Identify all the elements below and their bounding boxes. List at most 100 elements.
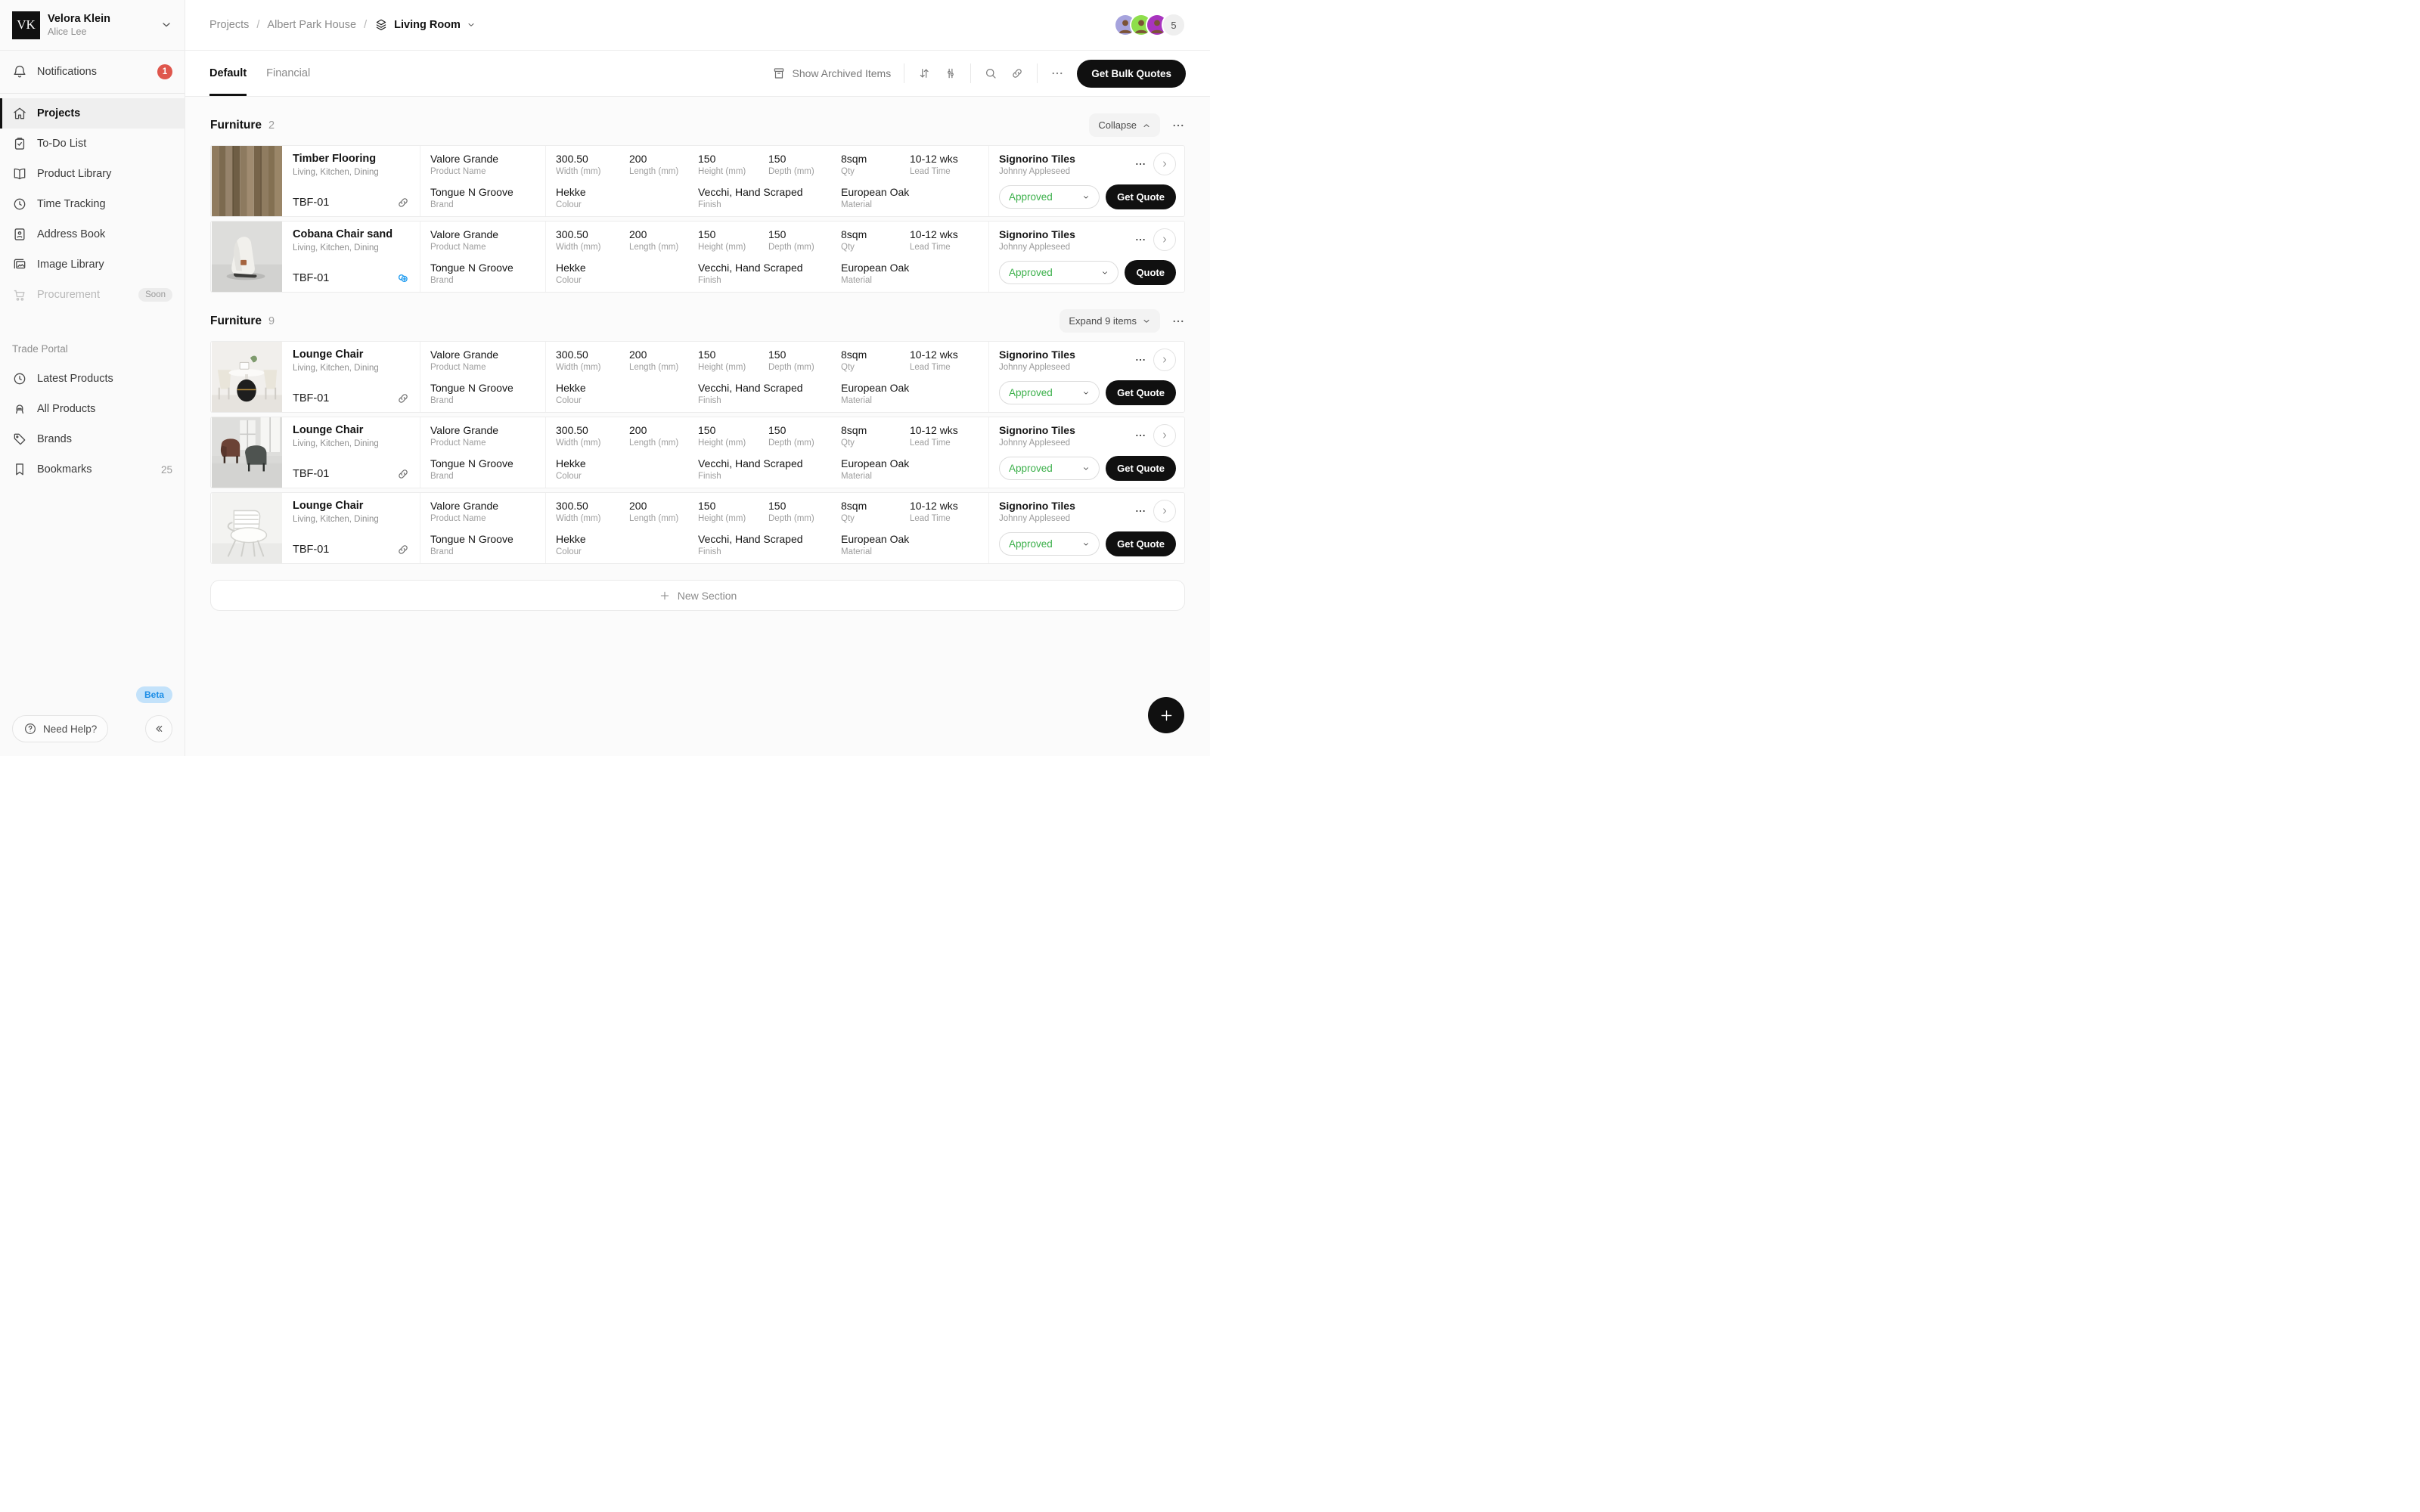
share-link-icon[interactable] bbox=[1010, 67, 1024, 80]
cloud-link-add-icon[interactable] bbox=[396, 271, 410, 285]
sidebar-item-address-book[interactable]: Address Book bbox=[0, 219, 185, 249]
status-dropdown[interactable]: Approved bbox=[999, 381, 1100, 404]
sidebar-item-image-library[interactable]: Image Library bbox=[0, 249, 185, 280]
material-field: European OakMaterial bbox=[841, 457, 979, 481]
row-more-icon[interactable] bbox=[1134, 234, 1146, 246]
show-archived-toggle[interactable]: Show Archived Items bbox=[772, 67, 892, 80]
depth-field-value: 150 bbox=[768, 349, 841, 361]
sidebar-item-time-tracking[interactable]: Time Tracking bbox=[0, 189, 185, 219]
product-thumbnail[interactable] bbox=[211, 493, 283, 563]
width-field-value: 300.50 bbox=[556, 500, 629, 512]
sidebar-item-procurement[interactable]: ProcurementSoon bbox=[0, 280, 185, 310]
filter-sliders-icon[interactable] bbox=[944, 67, 957, 80]
product-name-field-value: Valore Grande bbox=[430, 349, 535, 361]
row-open-button[interactable] bbox=[1153, 228, 1176, 251]
product-specs-column: 300.50Width (mm)200Length (mm)150Height … bbox=[546, 417, 989, 488]
breadcrumb-projects[interactable]: Projects bbox=[209, 19, 249, 31]
product-code: TBF-01 bbox=[293, 272, 329, 284]
sidebar-item-notifications[interactable]: Notifications 1 bbox=[0, 57, 185, 87]
product-thumbnail[interactable] bbox=[211, 417, 283, 488]
sidebar-bottom: Beta Need Help? bbox=[0, 676, 185, 756]
sidebar-collapse-button[interactable] bbox=[145, 715, 172, 742]
depth-field: 150Depth (mm) bbox=[768, 228, 841, 252]
tab-default[interactable]: Default bbox=[209, 51, 247, 96]
section-more-icon[interactable] bbox=[1171, 314, 1185, 328]
sidebar-item-product-library[interactable]: Product Library bbox=[0, 159, 185, 189]
chevron-down-icon bbox=[467, 20, 476, 29]
more-options-icon[interactable] bbox=[1050, 67, 1064, 80]
get-quote-button[interactable]: Get Quote bbox=[1106, 531, 1176, 556]
avatar-overflow-count[interactable]: 5 bbox=[1162, 13, 1186, 37]
sidebar-item-projects[interactable]: Projects bbox=[0, 98, 185, 129]
product-specs-column: 300.50Width (mm)200Length (mm)150Height … bbox=[546, 146, 989, 216]
toolbar-divider bbox=[970, 64, 971, 83]
need-help-button[interactable]: Need Help? bbox=[12, 715, 108, 742]
sidebar-item-all-products[interactable]: All Products bbox=[0, 394, 185, 424]
new-section-label: New Section bbox=[678, 590, 737, 602]
breadcrumb-project-name[interactable]: Albert Park House bbox=[267, 19, 356, 31]
row-open-button[interactable] bbox=[1153, 153, 1176, 175]
new-section-button[interactable]: New Section bbox=[210, 580, 1185, 611]
material-field-value: European Oak bbox=[841, 533, 979, 545]
sidebar-item-to-do-list[interactable]: To-Do List bbox=[0, 129, 185, 159]
get-quote-button[interactable]: Quote bbox=[1125, 260, 1176, 285]
finish-field-label: Finish bbox=[698, 276, 841, 285]
row-open-button[interactable] bbox=[1153, 424, 1176, 447]
product-name-field-label: Product Name bbox=[430, 243, 535, 252]
room-dropdown[interactable]: Living Room bbox=[374, 18, 476, 32]
sections: Furniture2CollapseTimber FlooringLiving,… bbox=[210, 113, 1185, 564]
qty-field-label: Qty bbox=[841, 438, 910, 448]
length-field: 200Length (mm) bbox=[629, 228, 698, 252]
brand-field-label: Brand bbox=[430, 276, 535, 285]
depth-field-label: Depth (mm) bbox=[768, 243, 841, 252]
workspace-switcher[interactable]: VK Velora Klein Alice Lee bbox=[0, 0, 185, 51]
get-quote-button[interactable]: Get Quote bbox=[1106, 456, 1176, 481]
qty-field: 8sqmQty bbox=[841, 500, 910, 523]
link-icon[interactable] bbox=[396, 543, 410, 556]
status-dropdown[interactable]: Approved bbox=[999, 532, 1100, 556]
tab-financial[interactable]: Financial bbox=[266, 51, 310, 96]
section-title: Furniture bbox=[210, 119, 262, 132]
get-quote-button[interactable]: Get Quote bbox=[1106, 380, 1176, 405]
row-open-button[interactable] bbox=[1153, 349, 1176, 371]
product-thumbnail[interactable] bbox=[211, 222, 283, 292]
get-bulk-quotes-button[interactable]: Get Bulk Quotes bbox=[1077, 60, 1186, 88]
brand-field: Tongue N GrooveBrand bbox=[430, 457, 535, 481]
sidebar-item-bookmarks[interactable]: Bookmarks25 bbox=[0, 454, 185, 485]
link-icon[interactable] bbox=[396, 392, 410, 405]
row-more-icon[interactable] bbox=[1134, 429, 1146, 442]
search-icon[interactable] bbox=[984, 67, 997, 80]
chevron-down-icon bbox=[1082, 465, 1090, 472]
row-more-icon[interactable] bbox=[1134, 505, 1146, 517]
row-controls bbox=[1134, 500, 1176, 522]
product-rooms: Living, Kitchen, Dining bbox=[293, 364, 410, 373]
product-thumbnail[interactable] bbox=[211, 146, 283, 216]
sidebar-item-brands[interactable]: Brands bbox=[0, 424, 185, 454]
sidebar-item-latest-products[interactable]: Latest Products bbox=[0, 364, 185, 394]
add-item-fab[interactable] bbox=[1148, 697, 1184, 733]
status-dropdown[interactable]: Approved bbox=[999, 261, 1118, 284]
clock-icon bbox=[12, 197, 27, 212]
lead-time-field: 10-12 wksLead Time bbox=[910, 228, 979, 252]
trade-portal-nav: Latest ProductsAll ProductsBrandsBookmar… bbox=[0, 364, 185, 485]
lead-time-field-value: 10-12 wks bbox=[910, 228, 979, 240]
status-dropdown[interactable]: Approved bbox=[999, 457, 1100, 480]
product-name: Lounge Chair bbox=[293, 349, 410, 361]
link-icon[interactable] bbox=[396, 196, 410, 209]
section-more-icon[interactable] bbox=[1171, 119, 1185, 132]
double-chevron-left-icon bbox=[153, 723, 165, 735]
supplier-name: Signorino Tiles bbox=[999, 228, 1075, 240]
row-more-icon[interactable] bbox=[1134, 158, 1146, 170]
product-thumbnail[interactable] bbox=[211, 342, 283, 412]
row-more-icon[interactable] bbox=[1134, 354, 1146, 366]
link-icon[interactable] bbox=[396, 467, 410, 481]
section-collapse-button[interactable]: Collapse bbox=[1089, 113, 1160, 137]
section-expand-button[interactable]: Expand 9 items bbox=[1060, 309, 1160, 333]
height-field: 150Height (mm) bbox=[698, 153, 768, 176]
row-open-button[interactable] bbox=[1153, 500, 1176, 522]
trade-portal-heading: Trade Portal bbox=[0, 343, 185, 355]
status-dropdown[interactable]: Approved bbox=[999, 185, 1100, 209]
width-field: 300.50Width (mm) bbox=[556, 500, 629, 523]
sort-icon[interactable] bbox=[917, 67, 931, 80]
get-quote-button[interactable]: Get Quote bbox=[1106, 184, 1176, 209]
